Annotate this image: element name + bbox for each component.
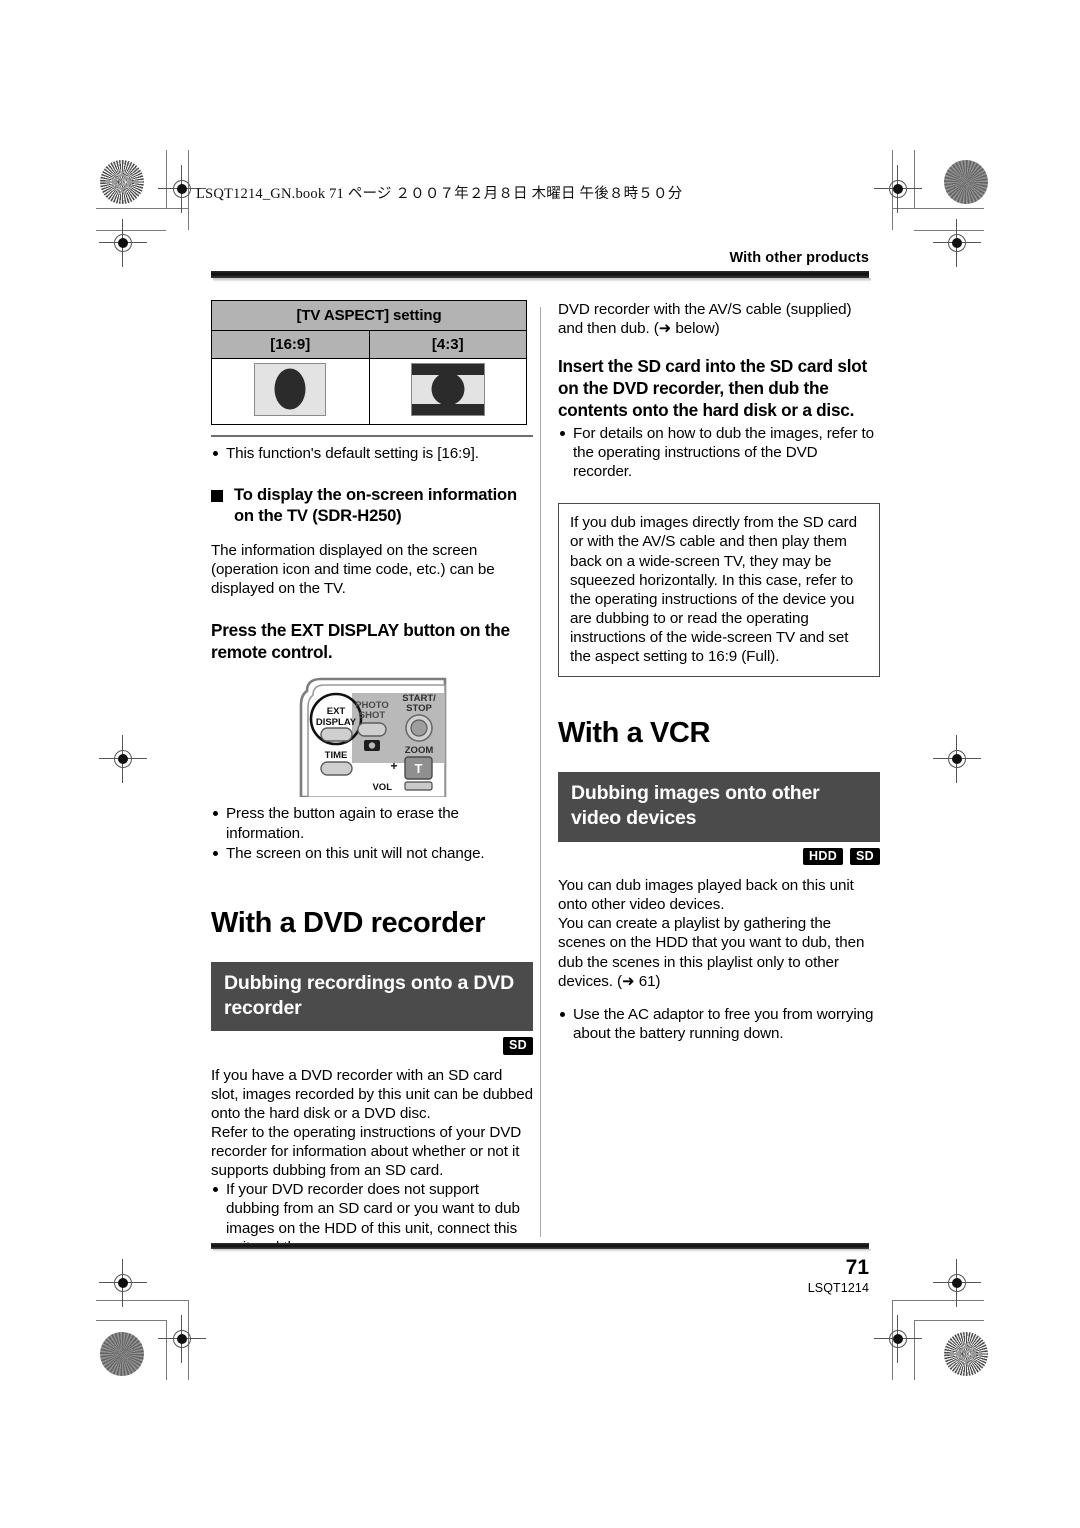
header-rule bbox=[211, 271, 869, 278]
note-box-aspect-warning: If you dub images directly from the SD c… bbox=[558, 503, 880, 678]
page-number: 71 bbox=[845, 1256, 869, 1279]
svg-text:DISPLAY: DISPLAY bbox=[316, 717, 357, 728]
registration-target bbox=[99, 735, 147, 783]
crop-mark bbox=[188, 150, 189, 230]
crop-mark bbox=[892, 150, 893, 230]
table-cell-169-illustration bbox=[211, 358, 370, 425]
svg-text:ZOOM: ZOOM bbox=[405, 745, 434, 756]
table-cell-43-illustration bbox=[368, 358, 527, 425]
crop-mark bbox=[914, 230, 984, 231]
footer-rule-shadow bbox=[213, 1249, 871, 1252]
registration-target bbox=[99, 1259, 147, 1307]
list-item: This function's default setting is [16:9… bbox=[211, 444, 533, 463]
page-code: LSQT1214 bbox=[807, 1281, 869, 1295]
svg-text:EXT: EXT bbox=[327, 706, 346, 717]
registration-rosette bbox=[944, 1332, 988, 1376]
registration-target bbox=[933, 219, 981, 267]
crop-mark bbox=[96, 230, 166, 231]
badge-hdd: HDD bbox=[803, 847, 844, 866]
remote-control-illustration: EXT DISPLAY TIME PHOTO SHOT START/ STOP … bbox=[211, 675, 533, 800]
registration-rosette bbox=[944, 160, 988, 204]
svg-text:VOL: VOL bbox=[372, 782, 392, 793]
registration-target bbox=[933, 1259, 981, 1307]
media-badges-dvd: SD bbox=[211, 1037, 533, 1055]
registration-target bbox=[874, 1315, 922, 1363]
square-bullet-icon bbox=[211, 490, 223, 503]
svg-text:+: + bbox=[390, 759, 397, 773]
crop-mark bbox=[166, 1320, 167, 1380]
list-item: For details on how to dub the images, re… bbox=[558, 424, 880, 481]
crop-mark bbox=[892, 208, 984, 209]
vcr-body-paragraph-2: You can create a playlist by gathering t… bbox=[558, 915, 865, 990]
list-item: The screen on this unit will not change. bbox=[211, 844, 533, 863]
badge-sd: SD bbox=[850, 847, 880, 866]
svg-text:STOP: STOP bbox=[406, 703, 432, 714]
crop-mark bbox=[96, 1320, 166, 1321]
table-col-header-43: [4:3] bbox=[368, 330, 527, 359]
column-divider bbox=[540, 307, 541, 1237]
onscreen-info-heading-label: To display the on-screen information on … bbox=[234, 485, 517, 525]
tv-screen-43-icon bbox=[410, 362, 485, 416]
crop-mark bbox=[892, 1300, 893, 1380]
right-column: DVD recorder with the AV/S cable (suppli… bbox=[558, 300, 880, 1044]
registration-target bbox=[158, 1315, 206, 1363]
crop-mark bbox=[914, 1320, 984, 1321]
crop-mark bbox=[914, 150, 915, 208]
vcr-body-paragraph-1: You can dub images played back on this u… bbox=[558, 877, 854, 914]
continued-text: DVD recorder with the AV/S cable (suppli… bbox=[558, 301, 852, 338]
crop-mark bbox=[166, 150, 167, 208]
onscreen-info-heading: To display the on-screen information on … bbox=[211, 485, 533, 527]
book-file-line: LSQT1214_GN.book 71 ページ ２００７年２月８日 木曜日 午後… bbox=[196, 186, 683, 202]
remote-control-svg: EXT DISPLAY TIME PHOTO SHOT START/ STOP … bbox=[299, 678, 447, 798]
chapter-title-vcr: With a VCR bbox=[558, 717, 711, 750]
insert-step-bullets: For details on how to dub the images, re… bbox=[558, 424, 880, 481]
insert-sd-card-step: Insert the SD card into the SD card slot… bbox=[558, 356, 867, 420]
dvd-body-paragraph-2: Refer to the operating instructions of y… bbox=[211, 1124, 522, 1180]
chapter-title-dvd-recorder: With a DVD recorder bbox=[211, 906, 486, 939]
table-col-header-169: [16:9] bbox=[211, 330, 370, 359]
table-title: [TV ASPECT] setting bbox=[211, 300, 527, 331]
tv-screen-169-icon bbox=[254, 362, 327, 416]
registration-target bbox=[933, 735, 981, 783]
left-column: [TV ASPECT] setting [16:9] [4:3] This fu… bbox=[211, 300, 533, 1258]
remote-bullets: Press the button again to erase the info… bbox=[211, 804, 533, 862]
section-banner-dubbing-dvd: Dubbing recordings onto a DVD recorder bbox=[211, 961, 533, 1032]
registration-target bbox=[874, 165, 922, 213]
section-rule bbox=[211, 435, 533, 437]
registration-rosette bbox=[100, 1332, 144, 1376]
crop-mark bbox=[96, 208, 188, 209]
crop-mark bbox=[96, 1300, 188, 1301]
badge-sd: SD bbox=[503, 1037, 533, 1055]
registration-target bbox=[99, 219, 147, 267]
default-setting-bullets: This function's default setting is [16:9… bbox=[211, 444, 533, 463]
vcr-bullets: Use the AC adaptor to free you from worr… bbox=[558, 1005, 880, 1043]
registration-rosette bbox=[100, 160, 144, 204]
dvd-body-paragraph-1: If you have a DVD recorder with an SD ca… bbox=[211, 1066, 533, 1123]
ext-display-step: Press the EXT DISPLAY button on the remo… bbox=[211, 620, 510, 662]
section-banner-dubbing-video-devices: Dubbing images onto other video devices bbox=[558, 772, 880, 842]
list-item: Press the button again to erase the info… bbox=[211, 804, 533, 842]
onscreen-info-body: The information displayed on the screen … bbox=[211, 541, 495, 598]
media-badges-vcr: HDD SD bbox=[558, 847, 880, 866]
svg-text:T: T bbox=[415, 761, 423, 776]
crop-mark bbox=[914, 1320, 915, 1380]
header-rule-shadow bbox=[213, 278, 871, 282]
tv-aspect-table: [TV ASPECT] setting [16:9] [4:3] bbox=[211, 300, 527, 425]
svg-text:SHOT: SHOT bbox=[359, 710, 386, 721]
svg-text:TIME: TIME bbox=[325, 750, 348, 761]
list-item: Use the AC adaptor to free you from worr… bbox=[558, 1005, 880, 1043]
running-head: With other products bbox=[729, 250, 869, 266]
registration-target bbox=[158, 165, 206, 213]
crop-mark bbox=[188, 1300, 189, 1380]
crop-mark bbox=[892, 1300, 984, 1301]
